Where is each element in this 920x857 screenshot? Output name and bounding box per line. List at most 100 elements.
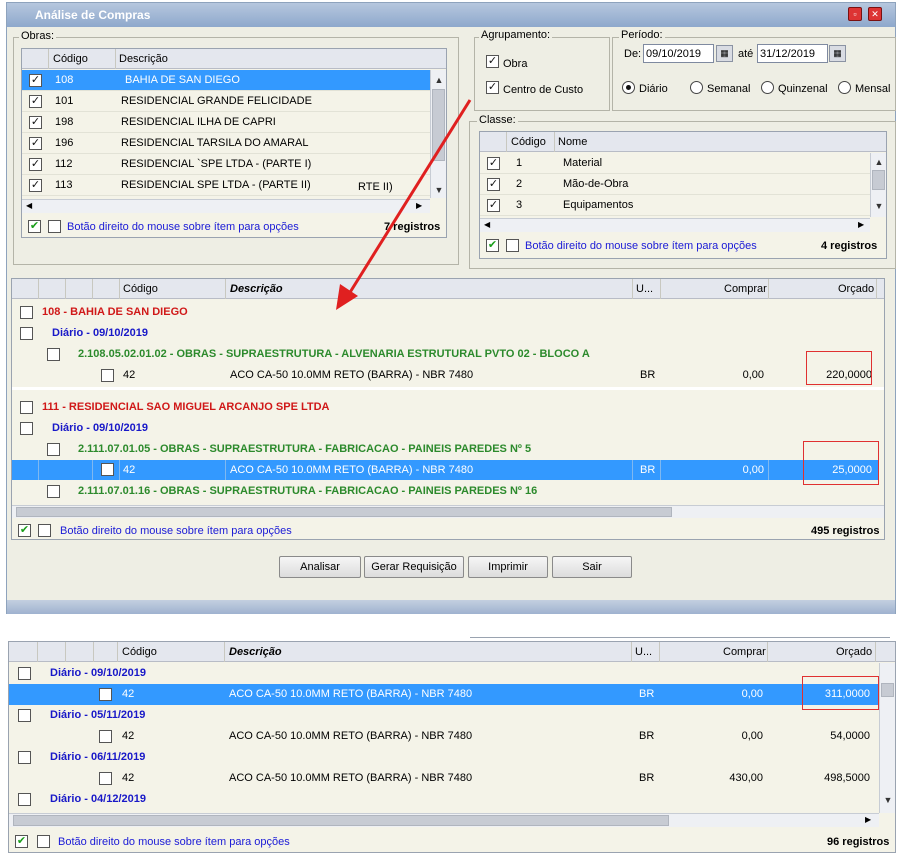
scroll-thumb[interactable] [881, 683, 894, 697]
periodo-radio-2[interactable] [761, 81, 774, 94]
scroll-thumb[interactable] [13, 815, 669, 826]
classe-row[interactable]: ✓ 1 Material [480, 153, 870, 174]
col-u[interactable]: U... [635, 646, 652, 658]
row-checkbox[interactable]: ✓ [29, 158, 42, 171]
row-checkbox[interactable] [101, 369, 114, 382]
main-hscroll[interactable] [12, 505, 884, 518]
row-checkbox[interactable] [20, 306, 33, 319]
row-checkbox[interactable] [99, 772, 112, 785]
agrup-centro-checkbox[interactable]: ✓ [486, 81, 499, 94]
obras-col-descricao[interactable]: Descrição [119, 53, 168, 65]
periodo-radio-3[interactable] [838, 81, 851, 94]
row-checkbox[interactable]: ✓ [29, 137, 42, 150]
diario-group-row[interactable]: Diário - 09/10/2019 [52, 327, 148, 339]
agrup-obra-checkbox[interactable]: ✓ [486, 55, 499, 68]
scroll-right-icon[interactable]: ▶ [858, 220, 864, 229]
col-descricao[interactable]: Descrição [229, 646, 282, 658]
row-checkbox[interactable] [99, 730, 112, 743]
item-row-selected[interactable]: 42 ACO CA-50 10.0MM RETO (BARRA) - NBR 7… [12, 460, 878, 480]
scroll-thumb[interactable] [16, 507, 672, 517]
scroll-down-icon[interactable]: ▼ [880, 795, 895, 805]
col-orcado[interactable]: Orçado [836, 646, 872, 658]
col-orcado[interactable]: Orçado [838, 283, 874, 295]
item-row[interactable]: 42 ACO CA-50 10.0MM RETO (BARRA) - NBR 74… [9, 768, 879, 789]
check-all-icon[interactable]: ✔ [15, 835, 28, 848]
item-row[interactable]: 42 ACO CA-50 10.0MM RETO (BARRA) - NBR 74… [9, 684, 879, 705]
row-checkbox[interactable] [18, 709, 31, 722]
row-checkbox[interactable]: ✓ [29, 179, 42, 192]
col-comprar[interactable]: Comprar [723, 646, 766, 658]
scroll-left-icon[interactable]: ◀ [484, 220, 490, 229]
col-descricao[interactable]: Descrição [230, 283, 283, 295]
uncheck-all-icon[interactable] [48, 220, 61, 233]
scroll-up-icon[interactable]: ▲ [431, 75, 446, 85]
diario-group-row[interactable]: Diário - 09/10/2019 [52, 422, 148, 434]
scroll-down-icon[interactable]: ▼ [871, 201, 886, 211]
diario-group-row[interactable]: Diário - 09/10/2019 [9, 663, 879, 684]
scroll-right-icon[interactable]: ▶ [865, 815, 871, 824]
classe-col-codigo[interactable]: Código [511, 136, 546, 148]
item-row[interactable]: 42 ACO CA-50 10.0MM RETO (BARRA) - NBR 7… [12, 364, 878, 387]
row-checkbox[interactable] [99, 688, 112, 701]
classe-hscroll[interactable]: ◀ ▶ [480, 218, 870, 232]
gerar-requisicao-button[interactable]: Gerar Requisição [364, 556, 464, 578]
col-codigo[interactable]: Código [123, 283, 158, 295]
col-codigo[interactable]: Código [122, 646, 157, 658]
periodo-radio-1[interactable] [690, 81, 703, 94]
second-hscroll[interactable]: ▶ [9, 813, 879, 827]
row-checkbox[interactable]: ✓ [29, 116, 42, 129]
sair-button[interactable]: Sair [552, 556, 632, 578]
col-u[interactable]: U... [636, 283, 653, 295]
row-checkbox[interactable] [20, 422, 33, 435]
row-checkbox[interactable] [47, 485, 60, 498]
row-checkbox[interactable]: ✓ [487, 157, 500, 170]
main-vscroll[interactable]: ▼ [884, 393, 885, 505]
uncheck-all-icon[interactable] [37, 835, 50, 848]
obra-group-row[interactable]: 111 - RESIDENCIAL SAO MIGUEL ARCANJO SPE… [42, 401, 329, 413]
analisar-button[interactable]: Analisar [279, 556, 361, 578]
diario-group-row[interactable]: Diário - 05/11/2019 [9, 705, 879, 726]
row-checkbox[interactable]: ✓ [29, 74, 42, 87]
check-all-icon[interactable]: ✔ [18, 524, 31, 537]
classe-vscroll[interactable]: ▲ ▼ [870, 153, 886, 217]
row-checkbox[interactable] [47, 348, 60, 361]
centro-custo-row[interactable]: 2.108.05.02.01.02 - OBRAS - SUPRAESTRUTU… [78, 348, 590, 360]
diario-group-row[interactable]: Diário - 04/12/2019 [9, 789, 879, 810]
centro-custo-row[interactable]: 2.111.07.01.16 - OBRAS - SUPRAESTRUTURA … [78, 485, 537, 497]
uncheck-all-icon[interactable] [38, 524, 51, 537]
obra-group-row[interactable]: 108 - BAHIA DE SAN DIEGO [42, 306, 188, 318]
imprimir-button[interactable]: Imprimir [468, 556, 548, 578]
data-ate-input[interactable]: 31/12/2019 [757, 44, 828, 63]
second-vscroll[interactable]: ▼ [879, 663, 895, 813]
obras-row[interactable]: ✓ 108 BAHIA DE SAN DIEGO [22, 70, 430, 91]
check-all-icon[interactable]: ✔ [28, 220, 41, 233]
classe-row[interactable]: ✓ 2 Mão-de-Obra [480, 174, 870, 195]
centro-custo-row[interactable]: 2.111.07.01.05 - OBRAS - SUPRAESTRUTURA … [78, 443, 531, 455]
close-button[interactable]: ✕ [868, 7, 882, 21]
row-checkbox[interactable]: ✓ [487, 199, 500, 212]
row-checkbox[interactable] [18, 793, 31, 806]
classe-row[interactable]: ✓ 3 Equipamentos [480, 195, 870, 216]
row-checkbox[interactable] [18, 667, 31, 680]
row-checkbox[interactable] [101, 463, 114, 476]
scroll-left-icon[interactable]: ◀ [26, 201, 32, 210]
item-row[interactable]: 42 ACO CA-50 10.0MM RETO (BARRA) - NBR 74… [9, 726, 879, 747]
periodo-radio-0[interactable] [622, 81, 635, 94]
scroll-up-icon[interactable]: ▲ [871, 157, 886, 167]
row-checkbox[interactable] [18, 751, 31, 764]
diario-group-row[interactable]: Diário - 06/11/2019 [9, 747, 879, 768]
calendar-icon[interactable]: ▦ [716, 45, 733, 62]
uncheck-all-icon[interactable] [506, 239, 519, 252]
data-de-input[interactable]: 09/10/2019 [643, 44, 714, 63]
row-checkbox[interactable]: ✓ [29, 95, 42, 108]
maximize-button[interactable]: ▫ [848, 7, 862, 21]
obras-col-codigo[interactable]: Código [53, 53, 88, 65]
check-all-icon[interactable]: ✔ [486, 239, 499, 252]
scroll-thumb[interactable] [872, 170, 885, 190]
row-checkbox[interactable] [47, 443, 60, 456]
classe-col-nome[interactable]: Nome [558, 136, 587, 148]
row-checkbox[interactable] [20, 401, 33, 414]
row-checkbox[interactable] [20, 327, 33, 340]
row-checkbox[interactable]: ✓ [487, 178, 500, 191]
calendar-icon[interactable]: ▦ [829, 45, 846, 62]
